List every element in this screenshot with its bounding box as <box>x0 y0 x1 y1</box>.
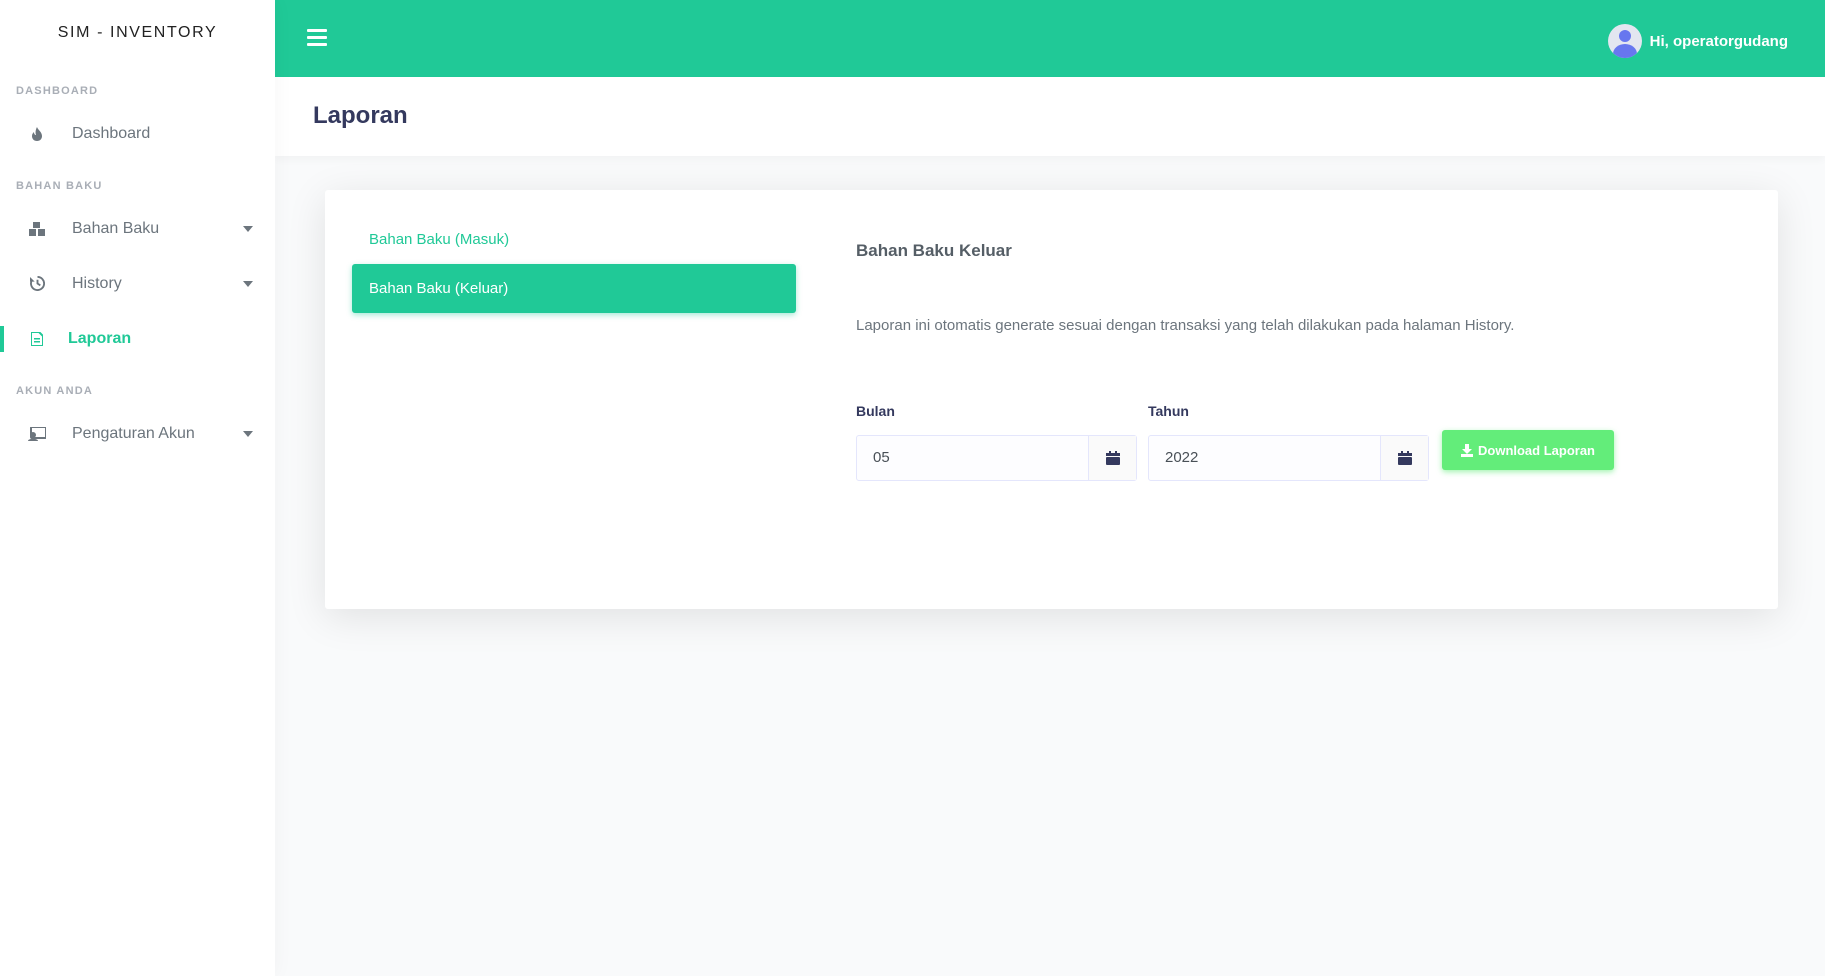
sidebar-item-label: Bahan Baku <box>72 219 160 237</box>
sidebar-item-label: History <box>72 274 122 292</box>
chevron-down-icon <box>243 225 253 232</box>
tab-bahan-baku-keluar[interactable]: Bahan Baku (Keluar) <box>352 264 796 313</box>
section-header: Laporan <box>275 77 1825 156</box>
sidebar-item-laporan[interactable]: Laporan <box>0 311 275 366</box>
sidebar-item-label: Pengaturan Akun <box>72 424 195 442</box>
fire-icon <box>28 125 46 143</box>
menu-header-akun-anda: AKUN ANDA <box>16 385 93 397</box>
file-icon <box>28 330 46 348</box>
sidebar-item-pengaturan-akun[interactable]: Pengaturan Akun <box>0 406 275 461</box>
user-dropdown[interactable]: Hi, operatorgudang <box>1607 24 1788 58</box>
tab-bahan-baku-masuk[interactable]: Bahan Baku (Masuk) <box>352 215 796 264</box>
history-icon <box>28 275 46 293</box>
topbar: Hi, operatorgudang <box>275 0 1825 77</box>
download-report-button[interactable]: Download Laporan <box>1442 430 1614 470</box>
calendar-button[interactable] <box>1088 436 1136 480</box>
sidebar-item-bahan-baku[interactable]: Bahan Baku <box>0 201 275 256</box>
tahun-label: Tahun <box>1148 403 1189 419</box>
sidebar-item-label: Laporan <box>68 329 132 347</box>
page-title: Laporan <box>313 102 408 129</box>
content-title: Bahan Baku Keluar <box>856 241 1012 260</box>
brand-title[interactable]: SIM - INVENTORY <box>0 0 275 66</box>
report-tabs: Bahan Baku (Masuk) Bahan Baku (Keluar) <box>352 215 796 313</box>
calendar-icon <box>1105 451 1120 465</box>
bulan-input[interactable]: 05 <box>857 436 1088 480</box>
sidebar-item-label: Dashboard <box>72 124 151 142</box>
content-description: Laporan ini otomatis generate sesuai den… <box>856 317 1515 334</box>
sidebar: SIM - INVENTORY DASHBOARD Dashboard BAHA… <box>0 0 275 976</box>
sidebar-item-history[interactable]: History <box>0 256 275 311</box>
download-icon <box>1461 443 1473 457</box>
tahun-input[interactable]: 2022 <box>1149 436 1380 480</box>
calendar-button[interactable] <box>1380 436 1428 480</box>
report-card: Bahan Baku (Masuk) Bahan Baku (Keluar) B… <box>325 190 1778 609</box>
chevron-down-icon <box>243 280 253 287</box>
hamburger-icon[interactable] <box>307 29 327 47</box>
bulan-label: Bulan <box>856 403 895 419</box>
calendar-icon <box>1397 451 1412 465</box>
boxes-icon <box>28 220 46 238</box>
user-settings-icon <box>28 425 46 443</box>
menu-header-dashboard: DASHBOARD <box>16 85 99 97</box>
avatar <box>1607 24 1642 58</box>
bulan-field[interactable]: 05 <box>856 435 1137 481</box>
sidebar-item-dashboard[interactable]: Dashboard <box>0 106 275 161</box>
tahun-field[interactable]: 2022 <box>1148 435 1429 481</box>
download-button-label: Download Laporan <box>1478 442 1595 458</box>
menu-header-bahan-baku: BAHAN BAKU <box>16 180 103 192</box>
user-greeting: Hi, operatorgudang <box>1649 32 1788 50</box>
chevron-down-icon <box>243 430 253 437</box>
